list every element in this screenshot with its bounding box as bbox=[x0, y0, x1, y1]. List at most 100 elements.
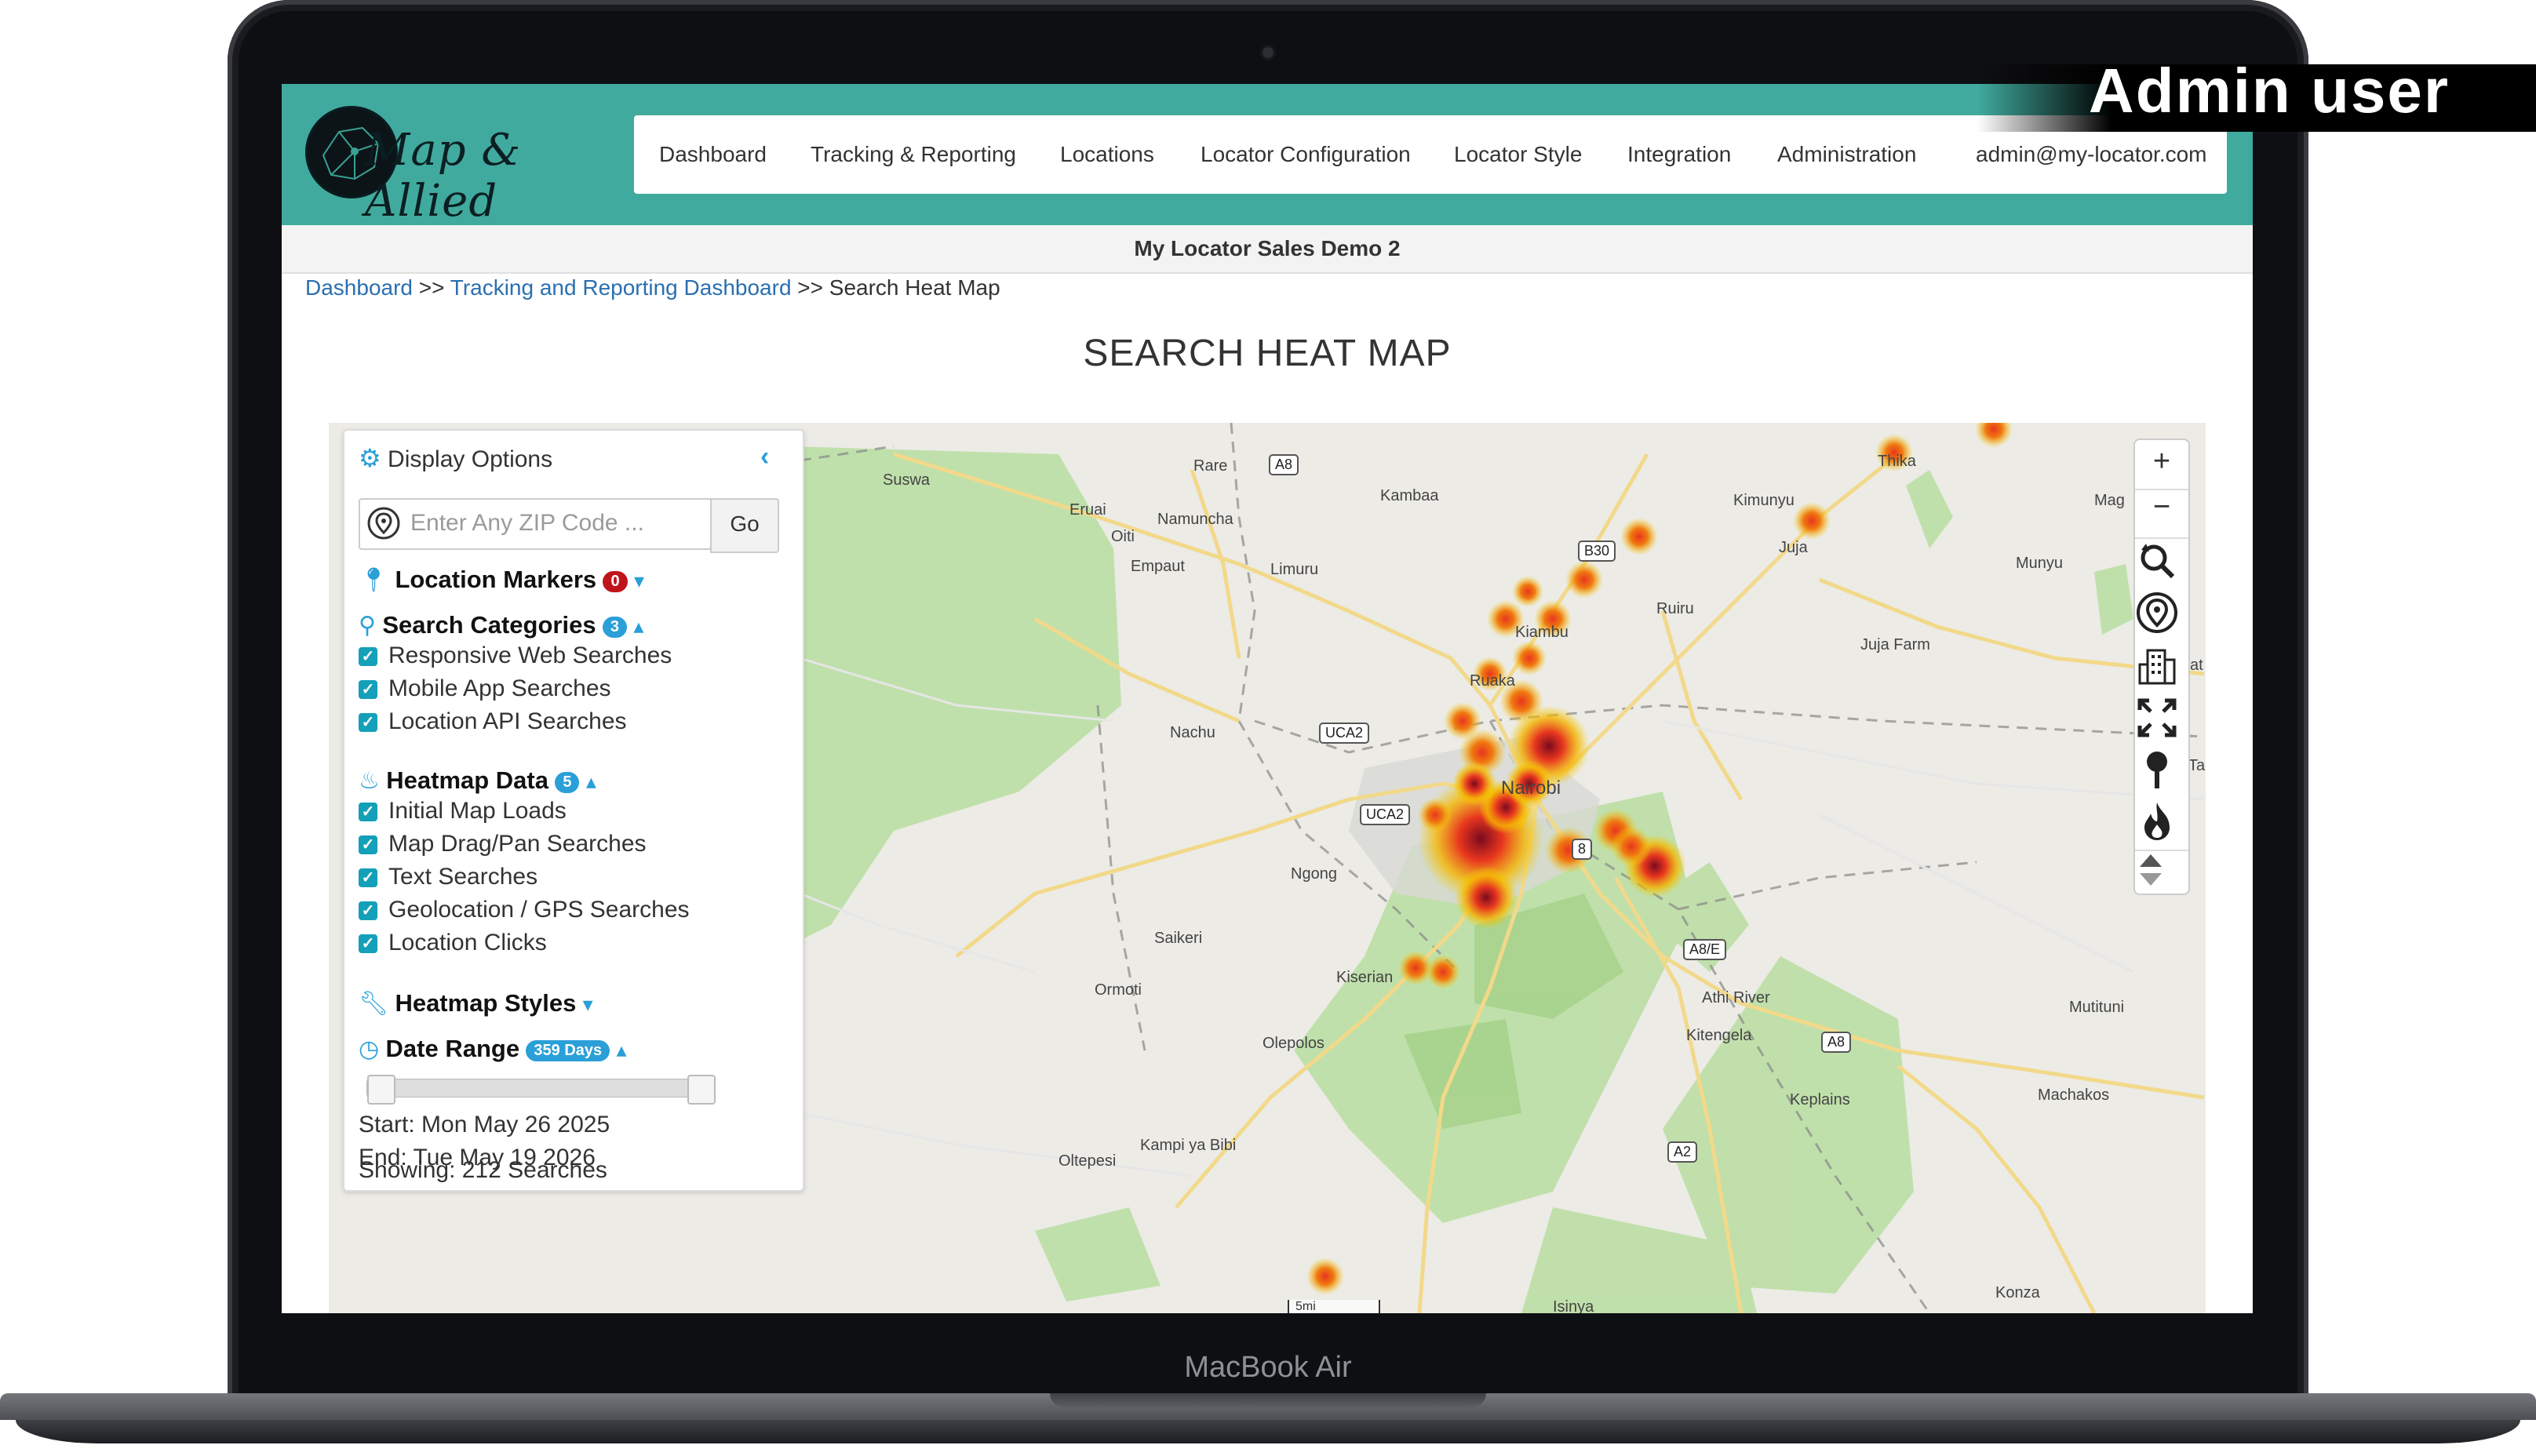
heatmap-data-label: Map Drag/Pan Searches bbox=[388, 831, 647, 857]
gear-icon: ⚙ bbox=[359, 444, 381, 472]
map-place-label: Juja Farm bbox=[1860, 636, 1930, 653]
road-shield: UCA2 bbox=[1319, 723, 1370, 744]
map-place-label: Oiti bbox=[1111, 528, 1135, 545]
go-button[interactable]: Go bbox=[710, 498, 779, 553]
category-option[interactable]: ✓ Responsive Web Searches bbox=[359, 642, 672, 669]
collapse-controls-icon[interactable] bbox=[2135, 850, 2188, 886]
heatmap-data-option[interactable]: ✓ Initial Map Loads bbox=[359, 798, 567, 824]
nav-user-account[interactable]: admin@my-locator.com bbox=[1976, 142, 2207, 167]
map-place-label: Ormoti bbox=[1095, 981, 1142, 999]
checkbox-checked-icon[interactable]: ✓ bbox=[359, 868, 377, 888]
heatmap-data-option[interactable]: ✓ Text Searches bbox=[359, 864, 537, 890]
base-top bbox=[0, 1393, 2536, 1420]
heatmap-data-label: Location Clicks bbox=[388, 930, 547, 956]
nav-locations[interactable]: Locations bbox=[1060, 142, 1154, 167]
map-place-label: Rare bbox=[1193, 457, 1228, 475]
refresh-search-icon[interactable] bbox=[2135, 537, 2188, 579]
map-place-label: Kitengela bbox=[1686, 1027, 1752, 1044]
road-shield: 8 bbox=[1572, 839, 1593, 860]
map-place-label: Suswa bbox=[883, 471, 931, 489]
slider-end-handle[interactable] bbox=[687, 1075, 716, 1105]
heatmap-data-label: Initial Map Loads bbox=[388, 798, 567, 824]
map-place-label: Athi River bbox=[1702, 989, 1770, 1006]
zoom-in-button[interactable]: + bbox=[2135, 445, 2188, 479]
search-categories-toggle[interactable]: ⚲ Search Categories 3 ▴ bbox=[359, 611, 643, 639]
heatmap-data-toggle[interactable]: ♨ Heatmap Data 5 ▴ bbox=[359, 766, 596, 795]
breadcrumb-current: Search Heat Map bbox=[829, 275, 1000, 300]
heatmap-data-option[interactable]: ✓ Geolocation / GPS Searches bbox=[359, 897, 690, 923]
map-place-label: Tal bbox=[2188, 757, 2206, 774]
category-option[interactable]: ✓ Mobile App Searches bbox=[359, 675, 611, 702]
map-place-label: Namuncha bbox=[1157, 511, 1233, 528]
heatmap-data-count-badge: 5 bbox=[555, 771, 580, 793]
chevron-down-icon: ▾ bbox=[582, 992, 593, 1016]
map-place-label: Ngong bbox=[1291, 865, 1337, 883]
laptop-base bbox=[0, 1393, 2536, 1456]
page-title: SEARCH HEAT MAP bbox=[1083, 333, 1452, 374]
nav-administration[interactable]: Administration bbox=[1777, 142, 1916, 167]
base-bottom bbox=[16, 1420, 2520, 1443]
breadcrumb-separator: >> bbox=[797, 275, 823, 300]
map-place-label: Juja bbox=[1779, 539, 1808, 556]
chevron-down-icon: ▾ bbox=[633, 569, 645, 592]
camera-icon bbox=[1263, 47, 1273, 58]
map-place-label: Kiambu bbox=[1515, 624, 1569, 641]
date-range-days-badge: 359 Days bbox=[526, 1039, 610, 1061]
nav-integration[interactable]: Integration bbox=[1627, 142, 1731, 167]
zip-search-field[interactable] bbox=[359, 498, 712, 550]
location-markers-toggle[interactable]: 📍︎ Location Markers 0 ▾ bbox=[359, 566, 644, 594]
heatmap-data-option[interactable]: ✓ Map Drag/Pan Searches bbox=[359, 831, 647, 857]
date-range-start: Start: Mon May 26 2025 bbox=[359, 1112, 610, 1138]
nav-dashboard[interactable]: Dashboard bbox=[659, 142, 767, 167]
brand-name: Map & Allied bbox=[365, 125, 522, 227]
collapse-panel-chevron-icon[interactable]: ‹ bbox=[760, 442, 769, 472]
breadcrumb-dashboard[interactable]: Dashboard bbox=[305, 275, 413, 300]
nav-tracking-reporting[interactable]: Tracking & Reporting bbox=[811, 142, 1016, 167]
map-place-label: Limuru bbox=[1270, 561, 1319, 578]
breadcrumb-separator: >> bbox=[418, 275, 445, 300]
device-label: MacBook Air bbox=[1184, 1351, 1352, 1384]
search-icon: ⚲ bbox=[359, 613, 376, 639]
date-range-slider[interactable] bbox=[366, 1075, 716, 1105]
heatmap-styles-toggle[interactable]: 🔧︎ Heatmap Styles ▾ bbox=[359, 989, 593, 1017]
zoom-out-button[interactable]: − bbox=[2135, 489, 2188, 524]
checkbox-checked-icon[interactable]: ✓ bbox=[359, 713, 377, 733]
heatmap-data-option[interactable]: ✓ Location Clicks bbox=[359, 930, 547, 956]
checkbox-checked-icon[interactable]: ✓ bbox=[359, 934, 377, 954]
breadcrumb: Dashboard >> Tracking and Reporting Dash… bbox=[305, 275, 1000, 300]
panel-title: Display Options bbox=[388, 446, 553, 472]
account-subtitle-bar: My Locator Sales Demo 2 bbox=[282, 225, 2253, 274]
map-place-label: Nachu bbox=[1170, 724, 1215, 741]
nav-locator-style[interactable]: Locator Style bbox=[1454, 142, 1582, 167]
heatmap-data-label: Text Searches bbox=[388, 864, 538, 890]
checkbox-checked-icon[interactable]: ✓ bbox=[359, 680, 377, 700]
map-place-label: Mag bbox=[2094, 492, 2125, 509]
checkbox-checked-icon[interactable]: ✓ bbox=[359, 803, 377, 822]
nav-locator-configuration[interactable]: Locator Configuration bbox=[1201, 142, 1411, 167]
map-place-label: Kambaa bbox=[1380, 487, 1439, 504]
road-shield: A8 bbox=[1821, 1032, 1852, 1053]
map-marker-icon: 📍︎ bbox=[359, 567, 389, 593]
clock-icon: ◷ bbox=[359, 1036, 380, 1062]
base-notch bbox=[1050, 1393, 1486, 1407]
map-place-label: Empaut bbox=[1131, 558, 1185, 575]
checkbox-checked-icon[interactable]: ✓ bbox=[359, 647, 377, 667]
date-range-toggle[interactable]: ◷ Date Range 359 Days ▴ bbox=[359, 1035, 627, 1063]
map-place-label: Thika bbox=[1878, 453, 1916, 470]
map-place-label: Oltepesi bbox=[1058, 1152, 1117, 1170]
zip-search-input[interactable] bbox=[409, 508, 702, 539]
category-option[interactable]: ✓ Location API Searches bbox=[359, 708, 627, 735]
location-target-icon bbox=[366, 506, 401, 544]
checkbox-checked-icon[interactable]: ✓ bbox=[359, 835, 377, 855]
slider-start-handle[interactable] bbox=[367, 1075, 395, 1105]
checkbox-checked-icon[interactable]: ✓ bbox=[359, 901, 377, 921]
map-place-label: Konza bbox=[1995, 1284, 2040, 1301]
map-place-label: Keplains bbox=[1790, 1091, 1850, 1108]
chevron-up-icon: ▴ bbox=[616, 1038, 627, 1061]
admin-user-label: Admin user bbox=[2088, 56, 2450, 126]
breadcrumb-tracking-dashboard[interactable]: Tracking and Reporting Dashboard bbox=[450, 275, 792, 300]
date-range-label: Date Range bbox=[385, 1035, 520, 1062]
brand-logo[interactable]: Map & Allied bbox=[305, 100, 619, 227]
map-place-label: Ruiru bbox=[1656, 600, 1694, 617]
road-shield: A8 bbox=[1269, 454, 1299, 475]
